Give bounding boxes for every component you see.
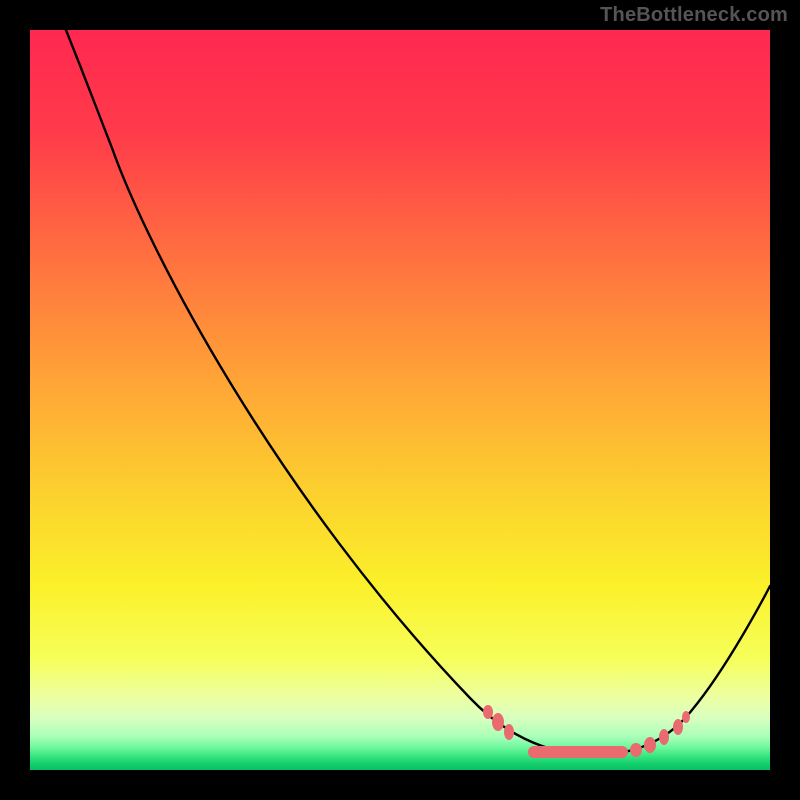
curve-path [66,30,770,755]
marker-dot [504,724,514,740]
marker-dot [644,737,656,753]
marker-dot [682,711,690,723]
chart-root: TheBottleneck.com [0,0,800,800]
marker-dot [492,713,504,731]
plot-area [30,30,770,770]
marker-dot [659,729,669,745]
marker-pill [528,746,628,758]
marker-dot [673,719,683,735]
marker-dot [483,705,493,719]
attribution-label: TheBottleneck.com [600,4,788,27]
marker-dot [630,743,642,757]
bottleneck-curve [30,30,770,770]
